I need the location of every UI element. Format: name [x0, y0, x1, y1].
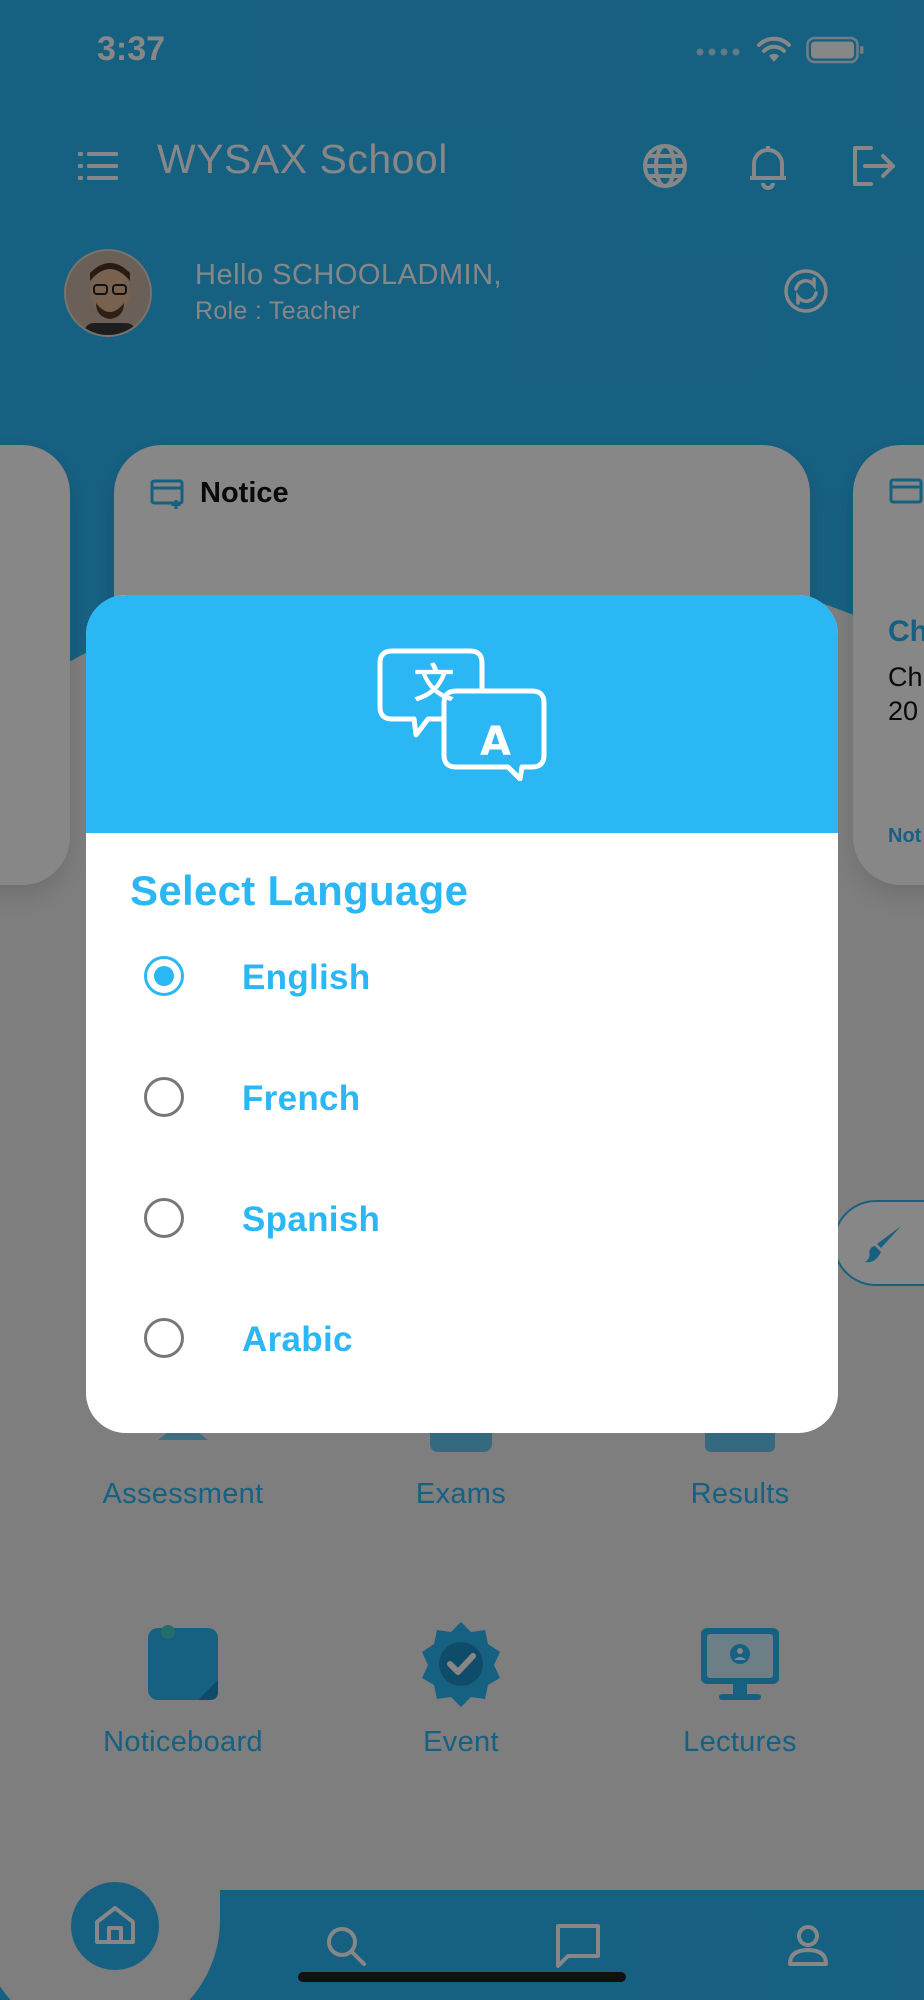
language-option-spanish[interactable]: Spanish	[86, 1174, 838, 1264]
option-label: Arabic	[242, 1320, 353, 1359]
svg-text:文: 文	[414, 661, 454, 707]
radio-button[interactable]	[144, 1198, 184, 1238]
option-label: Spanish	[242, 1200, 381, 1239]
home-indicator	[298, 1972, 626, 1982]
radio-button[interactable]	[144, 1077, 184, 1117]
svg-text:A: A	[480, 719, 511, 765]
dialog-title: Select Language	[130, 867, 469, 914]
radio-button[interactable]	[144, 956, 184, 996]
option-label: French	[242, 1079, 361, 1118]
translate-icon: 文 A	[377, 648, 547, 781]
language-dialog: 文 A Select Language English French Spani…	[86, 595, 838, 1433]
radio-button[interactable]	[144, 1318, 184, 1358]
option-label: English	[242, 958, 371, 997]
language-option-arabic[interactable]: Arabic	[86, 1294, 838, 1384]
app-screen: 3:37 WYSAX School Hello SCHOOLADMIN, Rol…	[0, 0, 924, 2000]
language-option-french[interactable]: French	[86, 1053, 838, 1143]
language-option-english[interactable]: English	[86, 932, 838, 1022]
dialog-header: 文 A	[86, 595, 838, 833]
